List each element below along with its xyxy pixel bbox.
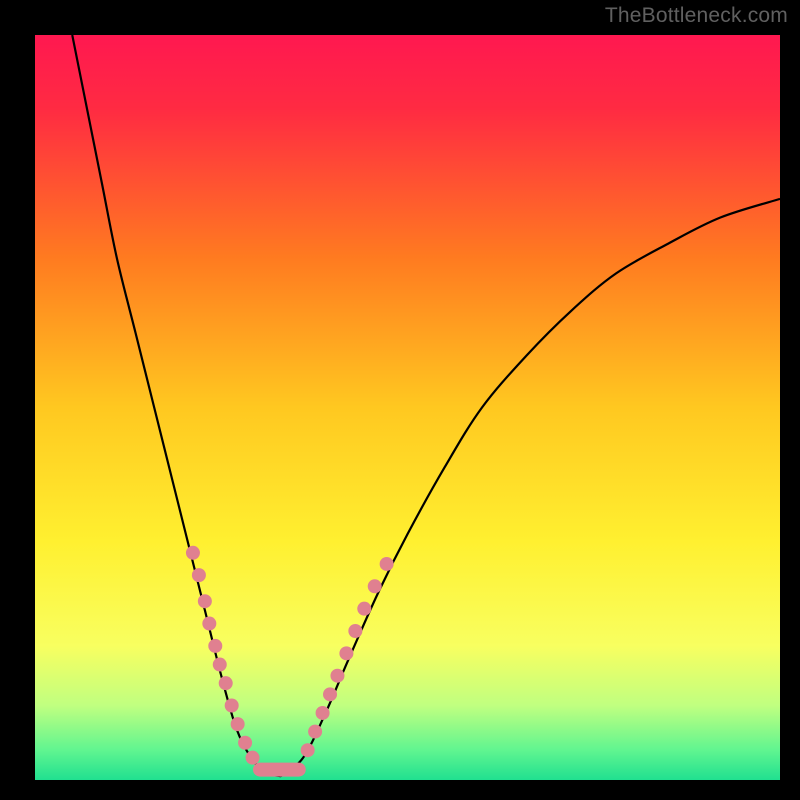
marker-left [208, 639, 222, 653]
marker-bottom-capsule [253, 763, 306, 777]
marker-left [246, 751, 260, 765]
marker-left [198, 594, 212, 608]
marker-right [323, 687, 337, 701]
watermark-text: TheBottleneck.com [605, 4, 788, 28]
gradient-background [35, 35, 780, 780]
marker-right [380, 557, 394, 571]
marker-right [339, 646, 353, 660]
marker-left [213, 658, 227, 672]
marker-left [231, 717, 245, 731]
marker-right [348, 624, 362, 638]
marker-right [357, 602, 371, 616]
marker-right [301, 743, 315, 757]
marker-right [316, 706, 330, 720]
plot-area [35, 35, 780, 780]
marker-left [192, 568, 206, 582]
marker-left [219, 676, 233, 690]
marker-right [368, 579, 382, 593]
chart-container: TheBottleneck.com [0, 0, 800, 800]
marker-right [330, 669, 344, 683]
marker-left [238, 736, 252, 750]
marker-left [186, 546, 200, 560]
marker-left [202, 617, 216, 631]
chart-svg [35, 35, 780, 780]
marker-left [225, 699, 239, 713]
marker-right [308, 725, 322, 739]
